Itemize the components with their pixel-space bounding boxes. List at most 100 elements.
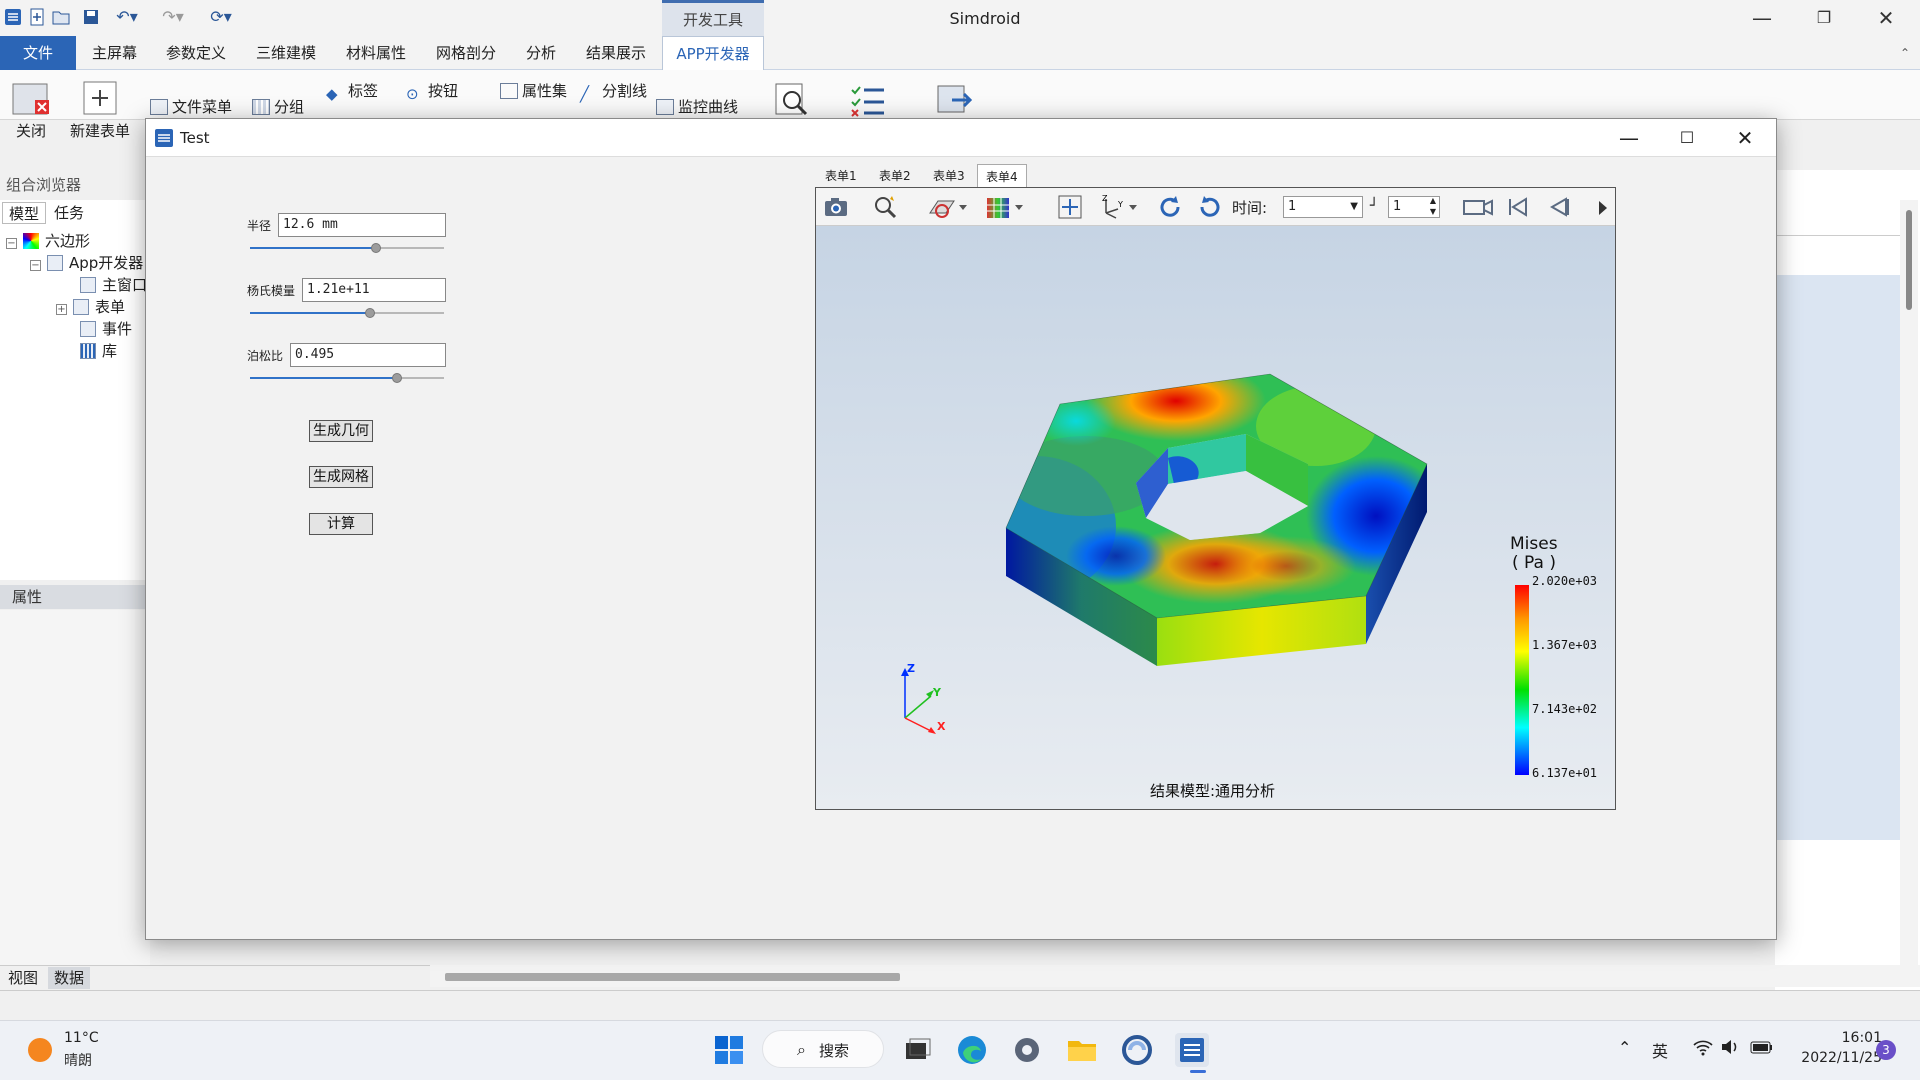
weather-sun-icon[interactable] (28, 1038, 52, 1062)
ime-indicator[interactable]: 英 (1652, 1038, 1668, 1062)
rotate-ccw-icon[interactable] (1196, 193, 1224, 221)
dialog-maximize-icon[interactable]: ☐ (1658, 119, 1716, 157)
generate-mesh-button[interactable]: 生成网格 (309, 466, 373, 488)
app-swirl-icon[interactable] (1120, 1033, 1154, 1067)
undo-icon[interactable]: ↶▾ (110, 8, 144, 26)
edge-browser-icon[interactable] (955, 1033, 989, 1067)
file-explorer-icon[interactable] (1065, 1033, 1099, 1067)
wifi-icon[interactable] (1692, 1038, 1714, 1060)
menu-file[interactable]: 文件 (0, 36, 76, 70)
tab-tasks[interactable]: 任务 (48, 202, 90, 224)
time-select[interactable]: 1 ▼ (1283, 196, 1363, 218)
menu-analysis[interactable]: 分析 (512, 36, 570, 70)
monitor-curve-button[interactable]: 监控曲线 (656, 96, 738, 118)
export-icon[interactable] (934, 82, 974, 118)
devtools-context-tab[interactable]: 开发工具 (662, 0, 764, 36)
menu-results[interactable]: 结果展示 (572, 36, 660, 70)
step-spinbox[interactable]: 1 ▲ ▼ (1388, 196, 1440, 218)
clock-time[interactable]: 16:01 (1806, 1030, 1882, 1046)
horizontal-scroll-thumb[interactable] (445, 973, 900, 981)
record-video-icon[interactable] (1462, 193, 1494, 221)
previous-frame-icon[interactable] (1544, 193, 1572, 221)
tab-model[interactable]: 模型 (2, 202, 47, 224)
zoom-icon[interactable] (872, 193, 900, 221)
rotate-cw-icon[interactable] (1156, 193, 1184, 221)
axis-view-icon[interactable]: ZY (1098, 193, 1142, 221)
spin-arrows-icon[interactable]: ▲ ▼ (1430, 195, 1436, 217)
tree-events[interactable]: 事件 (80, 318, 132, 340)
menu-parameters[interactable]: 参数定义 (152, 36, 240, 70)
menu-app-developer[interactable]: APP开发器 (662, 36, 764, 70)
tab-form4[interactable]: 表单4 (977, 164, 1027, 188)
save-icon[interactable] (82, 8, 100, 26)
more-tools-icon[interactable] (1596, 198, 1610, 218)
generate-geometry-button[interactable]: 生成几何 (309, 420, 373, 442)
task-view-icon[interactable] (900, 1033, 934, 1067)
close-icon[interactable]: ✕ (1856, 0, 1916, 36)
clock-date[interactable]: 2022/11/25 (1790, 1050, 1882, 1066)
collapse-icon[interactable]: − (6, 238, 17, 249)
tree-main-window[interactable]: 主窗口 (80, 274, 147, 296)
radius-slider[interactable] (250, 241, 444, 255)
menu-meshing[interactable]: 网格剖分 (422, 36, 510, 70)
weather-temperature[interactable]: 11°C (64, 1030, 99, 1046)
refresh-icon[interactable]: ⟳▾ (204, 8, 238, 26)
tab-form2[interactable]: 表单2 (871, 164, 919, 188)
redo-icon[interactable]: ↷▾ (156, 8, 190, 26)
tab-form1[interactable]: 表单1 (817, 164, 865, 188)
menu-materials[interactable]: 材料属性 (332, 36, 420, 70)
dialog-close-icon[interactable]: ✕ (1716, 119, 1774, 157)
tree-root[interactable]: − 六边形 (6, 230, 90, 252)
collapse-ribbon-icon[interactable]: ⌃ (1900, 46, 1910, 60)
compute-button[interactable]: 计算 (309, 513, 373, 535)
tab-view[interactable]: 视图 (2, 967, 44, 989)
youngs-modulus-input[interactable]: 1.21e+11 (302, 278, 446, 302)
collapse-icon[interactable]: − (30, 260, 41, 271)
display-style-icon[interactable] (984, 193, 1028, 221)
simdroid-taskbar-icon[interactable] (1175, 1033, 1209, 1067)
camera-icon[interactable] (822, 193, 850, 221)
menu-3d-modeling[interactable]: 三维建模 (242, 36, 330, 70)
preview-icon[interactable] (772, 82, 812, 118)
tree-app[interactable]: − App开发器 (30, 252, 143, 274)
new-file-icon[interactable] (28, 8, 46, 26)
close-form-button[interactable]: 关闭 (10, 80, 52, 141)
menu-home[interactable]: 主屏幕 (78, 36, 151, 70)
checklist-icon[interactable] (848, 82, 888, 118)
notification-badge[interactable]: 3 (1876, 1040, 1896, 1060)
tree-library[interactable]: 库 (80, 340, 117, 362)
radius-input[interactable]: 12.6 mm (278, 213, 446, 237)
start-icon[interactable] (712, 1033, 746, 1067)
first-frame-icon[interactable] (1504, 193, 1532, 221)
divider-button[interactable]: ╱ 分割线 (580, 80, 647, 103)
button-button[interactable]: ⊙ 按钮 (406, 80, 458, 103)
property-set-button[interactable]: 属性集 (500, 80, 567, 102)
vertical-scroll-thumb[interactable] (1906, 210, 1912, 310)
tab-data[interactable]: 数据 (48, 967, 91, 989)
taskbar-search[interactable]: ⌕ 搜索 (762, 1030, 884, 1068)
tree-forms[interactable]: + 表单 (56, 296, 125, 318)
tab-form3[interactable]: 表单3 (925, 164, 973, 188)
file-menu-button[interactable]: 文件菜单 (150, 96, 232, 118)
label-button[interactable]: ◆ 标签 (326, 80, 378, 103)
fit-view-icon[interactable] (1056, 193, 1084, 221)
settings-gear-icon[interactable] (1010, 1033, 1044, 1067)
battery-icon[interactable] (1750, 1038, 1774, 1060)
volume-icon[interactable] (1720, 1038, 1742, 1060)
youngs-slider-thumb[interactable] (365, 308, 376, 318)
section-view-icon[interactable] (926, 193, 970, 221)
poisson-slider-thumb[interactable] (392, 373, 403, 383)
weather-condition[interactable]: 晴朗 (64, 1050, 92, 1070)
expand-icon[interactable]: + (56, 304, 67, 315)
radius-slider-thumb[interactable] (371, 243, 382, 253)
dialog-minimize-icon[interactable]: — (1600, 119, 1658, 157)
poisson-ratio-input[interactable]: 0.495 (290, 343, 446, 367)
group-button[interactable]: 分组 (252, 96, 304, 118)
new-form-button[interactable]: 新建表单 (66, 80, 134, 141)
vertical-scrollbar[interactable] (1900, 200, 1918, 970)
poisson-ratio-slider[interactable] (250, 371, 444, 385)
tray-overflow-icon[interactable]: ⌃ (1618, 1038, 1631, 1057)
minimize-icon[interactable]: — (1732, 0, 1792, 36)
restore-icon[interactable]: ❐ (1794, 0, 1854, 36)
open-folder-icon[interactable] (52, 8, 70, 26)
